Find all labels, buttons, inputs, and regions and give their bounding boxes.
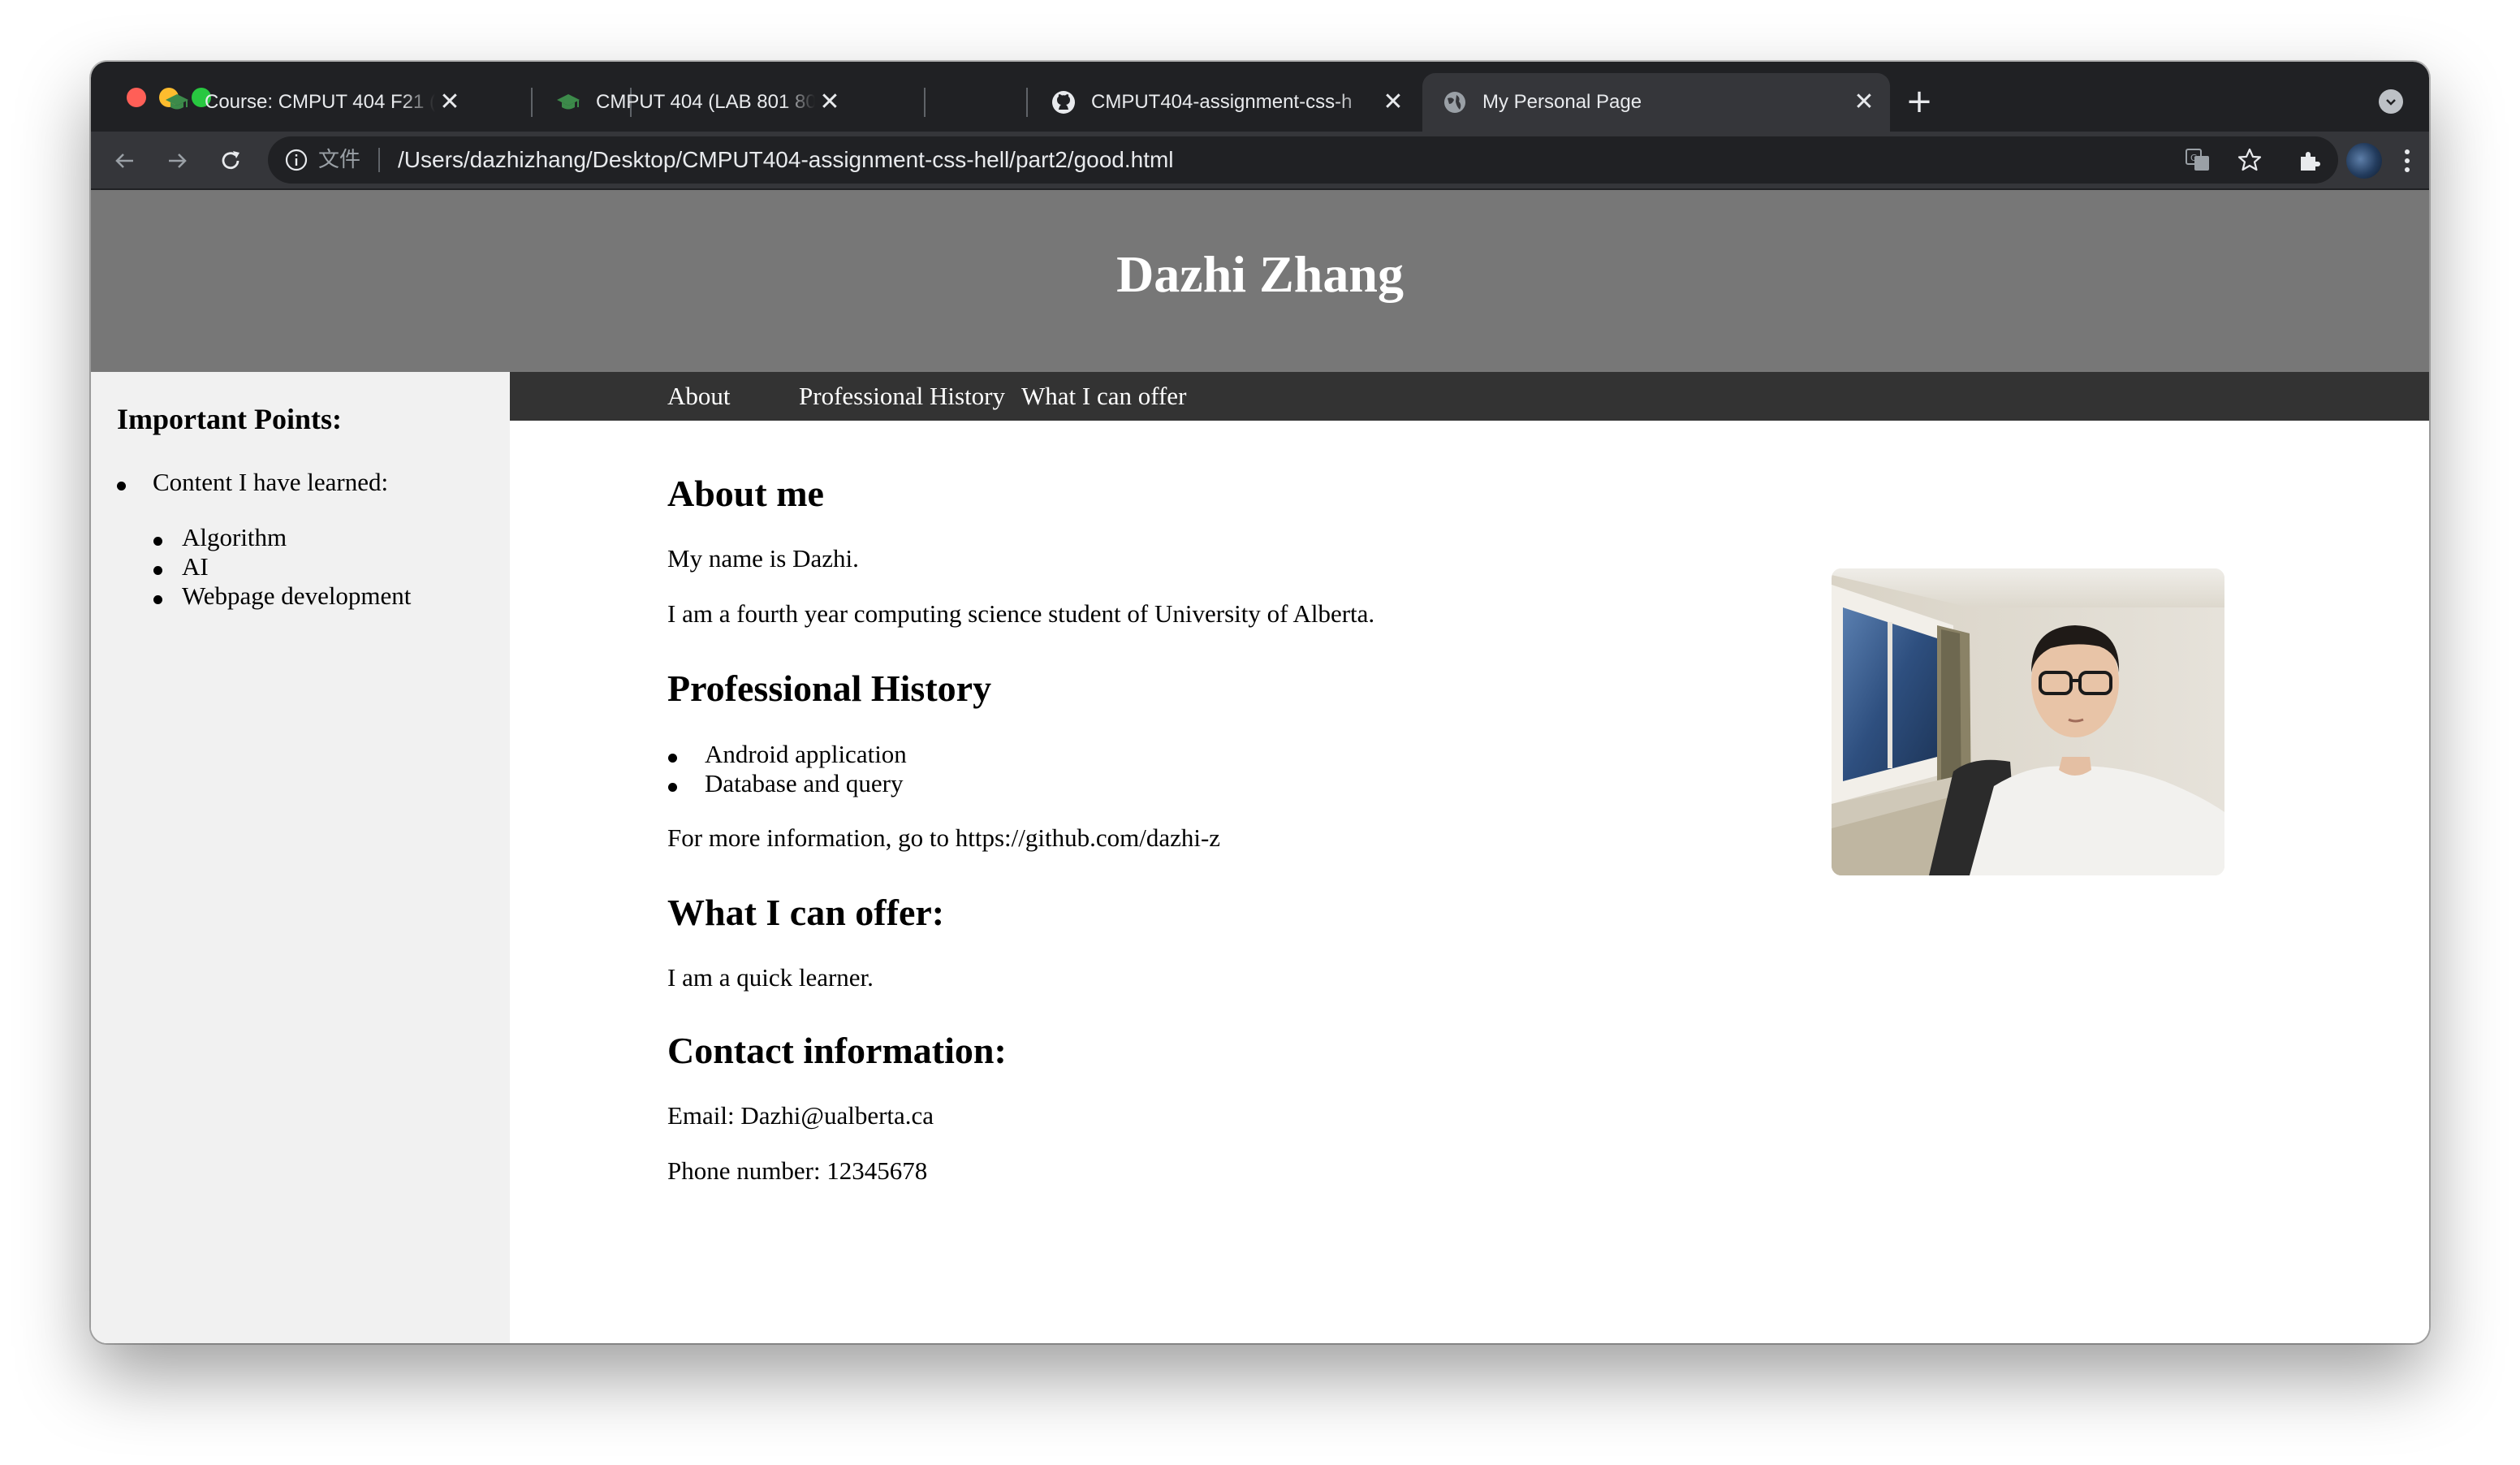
- about-paragraph: My name is Dazhi.: [667, 544, 859, 573]
- top-navigation: About Professional History What I can of…: [510, 372, 2429, 421]
- browser-toolbar: 文件 /Users/dazhizhang/Desktop/CMPUT404-as…: [91, 132, 2429, 190]
- puzzle-icon: [2301, 152, 2320, 171]
- page-title: Dazhi Zhang: [1116, 245, 1404, 303]
- sidebar-subitem: Algorithm: [182, 523, 287, 551]
- github-icon: [1051, 89, 1077, 115]
- tab-github-assignment[interactable]: CMPUT404-assignment-css-h ✕: [1031, 73, 1419, 132]
- globe-icon: [1442, 89, 1468, 115]
- bullet-dot: [153, 537, 162, 546]
- bullet-dot: [117, 482, 126, 490]
- sidebar-subitem: Webpage development: [182, 581, 412, 610]
- section-heading-about: About me: [667, 473, 824, 514]
- close-tab-icon[interactable]: ✕: [1379, 88, 1408, 117]
- tab-separator: [531, 88, 533, 117]
- extensions-button[interactable]: [2291, 143, 2327, 179]
- tab-separator: [1026, 88, 1028, 117]
- graduation-cap-icon: [164, 89, 190, 115]
- history-list-item: Database and query: [705, 769, 904, 797]
- tab-course-cmput404[interactable]: Course: CMPUT 404 F21 (LEC ✕: [145, 73, 476, 132]
- more-info-text: For more information, go to https://gith…: [667, 823, 1221, 852]
- tab-my-personal-page[interactable]: My Personal Page ✕: [1422, 73, 1890, 132]
- info-icon[interactable]: [284, 148, 309, 172]
- close-tab-icon[interactable]: ✕: [1849, 88, 1879, 117]
- divider: [378, 148, 380, 172]
- contact-email: Email: Dazhi@ualberta.ca: [667, 1101, 934, 1130]
- tab-separator: [924, 88, 926, 117]
- close-window-button[interactable]: [127, 88, 146, 107]
- translate-icon[interactable]: G: [2184, 146, 2211, 174]
- reload-icon: [222, 151, 239, 170]
- contact-phone: Phone number: 12345678: [667, 1156, 928, 1185]
- kebab-menu-icon[interactable]: [2395, 143, 2419, 179]
- close-tab-icon[interactable]: ✕: [435, 88, 464, 117]
- bookmark-star-icon[interactable]: [2236, 146, 2263, 174]
- file-scheme-label: 文件: [318, 148, 361, 172]
- address-bar[interactable]: 文件 /Users/dazhizhang/Desktop/CMPUT404-as…: [268, 136, 2338, 184]
- sidebar-subitem: AI: [182, 552, 209, 581]
- svg-text:G: G: [2190, 153, 2198, 163]
- section-heading-offer: What I can offer:: [667, 892, 945, 933]
- tab-cmput404-lab[interactable]: CMPUT 404 (LAB 801 802 LEC ✕: [536, 73, 856, 132]
- tab-title: Course: CMPUT 404 F21 (LEC: [205, 91, 435, 113]
- offer-paragraph: I am a quick learner.: [667, 963, 874, 992]
- page-viewport: Dazhi Zhang Important Points: Content I …: [91, 190, 2429, 1343]
- forward-button[interactable]: [159, 143, 195, 179]
- tab-search-icon[interactable]: [2379, 89, 2403, 114]
- graduation-cap-icon: [555, 89, 581, 115]
- browser-window: Course: CMPUT 404 F21 (LEC ✕ CMPUT 404 (…: [91, 62, 2429, 1343]
- nav-link-professional-history[interactable]: Professional History: [799, 380, 1005, 413]
- site-header: Dazhi Zhang: [91, 190, 2429, 372]
- tab-title: CMPUT 404 (LAB 801 802 LEC: [596, 91, 815, 113]
- sidebar-list-item: Content I have learned:: [153, 468, 389, 496]
- tab-strip: Course: CMPUT 404 F21 (LEC ✕ CMPUT 404 (…: [91, 62, 2429, 132]
- bullet-dot: [153, 595, 162, 604]
- tab-title: CMPUT404-assignment-css-h: [1091, 91, 1353, 113]
- arrow-left-icon: [115, 153, 133, 168]
- reload-button[interactable]: [213, 143, 248, 179]
- nav-link-what-i-can-offer[interactable]: What I can offer: [1021, 380, 1186, 413]
- history-list-item: Android application: [705, 740, 907, 768]
- arrow-right-icon: [169, 153, 187, 168]
- sidebar-heading: Important Points:: [117, 403, 342, 435]
- bullet-dot: [668, 754, 677, 763]
- section-heading-contact: Contact information:: [667, 1030, 1007, 1071]
- tab-title: My Personal Page: [1482, 91, 1642, 113]
- new-tab-button[interactable]: +: [1903, 85, 1935, 119]
- profile-avatar[interactable]: [2346, 143, 2382, 179]
- back-button[interactable]: [107, 143, 143, 179]
- url-text[interactable]: /Users/dazhizhang/Desktop/CMPUT404-assig…: [398, 145, 1174, 175]
- about-paragraph: I am a fourth year computing science stu…: [667, 599, 1375, 628]
- bullet-dot: [668, 783, 677, 792]
- sidebar: Important Points: Content I have learned…: [91, 372, 510, 1343]
- profile-photo: [1832, 568, 2224, 875]
- bullet-dot: [153, 566, 162, 575]
- section-heading-professional-history: Professional History: [667, 668, 992, 709]
- nav-link-about[interactable]: About: [667, 380, 731, 413]
- close-tab-icon[interactable]: ✕: [815, 88, 844, 117]
